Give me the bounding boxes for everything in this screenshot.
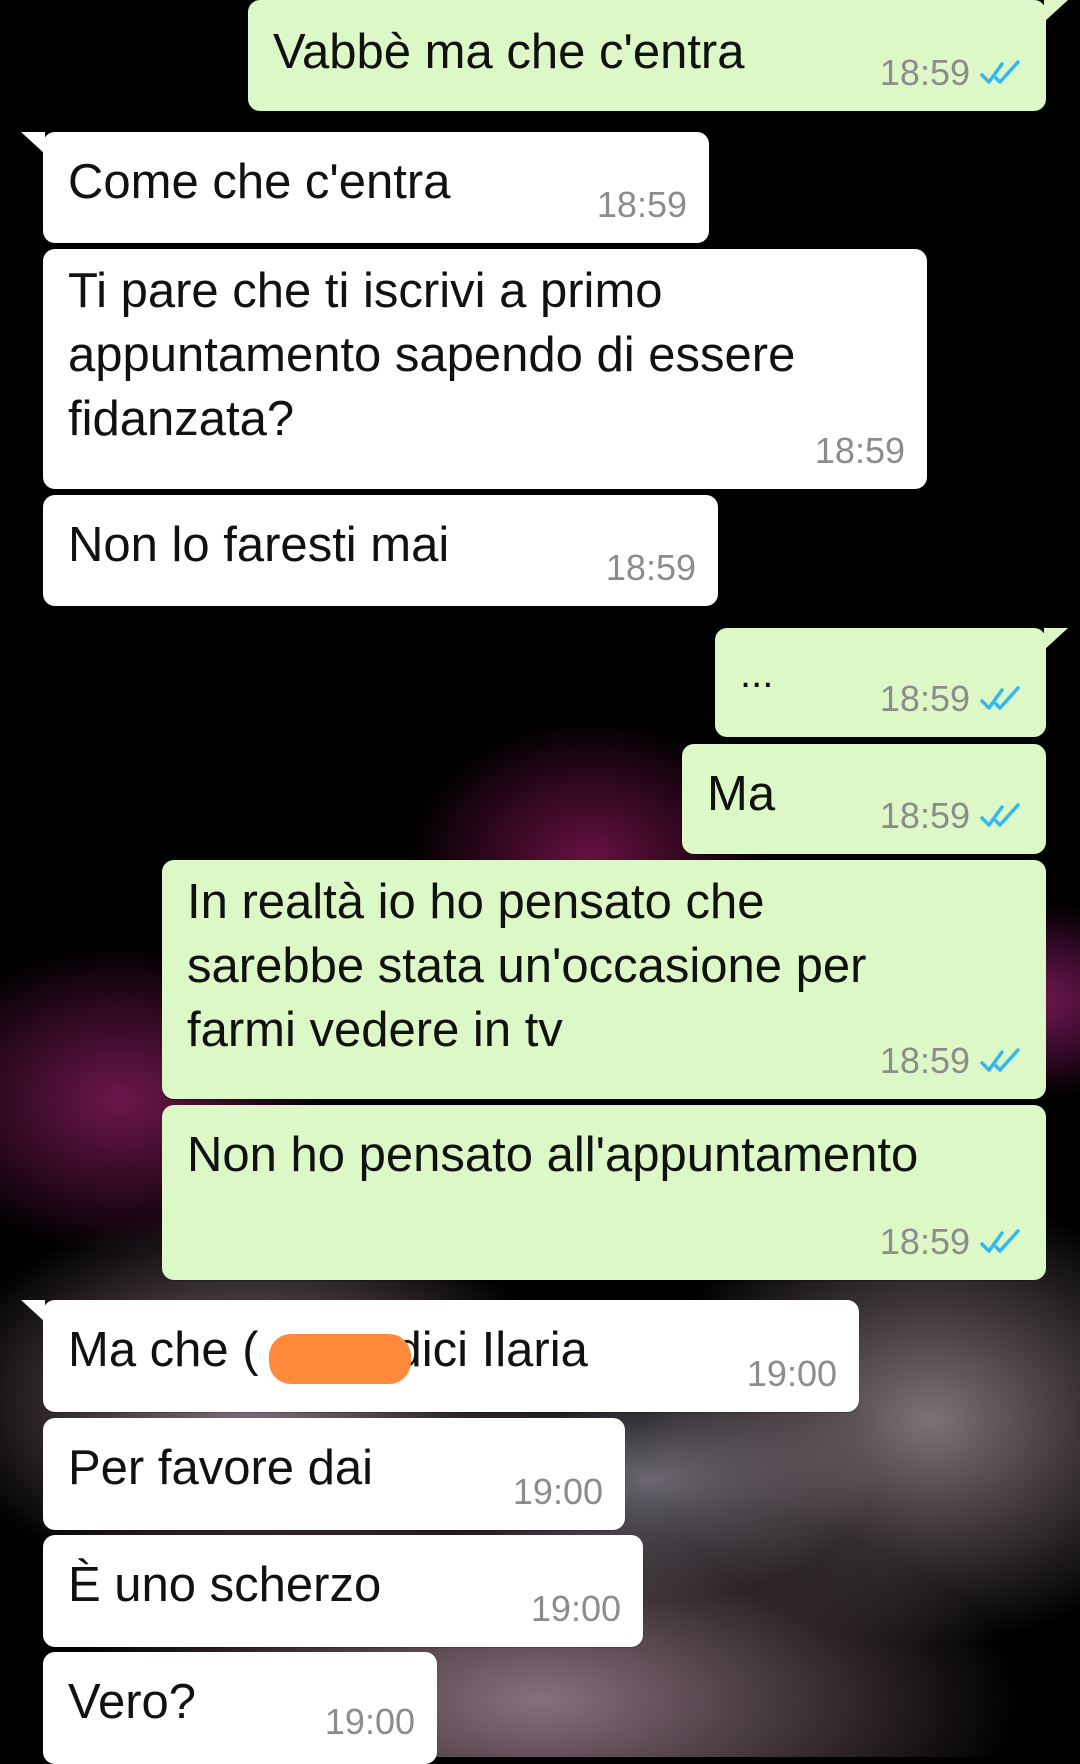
message-meta: 18:59 — [880, 679, 1024, 719]
message-text: Ti pare che ti iscrivi a primo appuntame… — [68, 264, 796, 446]
message-time: 18:59 — [879, 678, 970, 719]
message-time: 18:59 — [814, 430, 905, 471]
bubble-tail — [1044, 628, 1068, 650]
bubble-tail — [21, 1300, 45, 1322]
double-check-read-icon — [980, 60, 1020, 84]
message-time: 18:59 — [605, 547, 696, 588]
message-meta: 18:59 — [880, 796, 1024, 836]
message-list[interactable]: Vabbè ma che c'entra 18:59 Come che c'en… — [0, 0, 1080, 1764]
message-meta: 19:00 — [747, 1354, 837, 1394]
message-text: Come che c'entra — [68, 155, 451, 209]
message-time: 19:00 — [324, 1701, 415, 1742]
message-bubble-incoming[interactable]: Come che c'entra 18:59 — [21, 132, 709, 243]
message-bubble-incoming[interactable]: Ti pare che ti iscrivi a primo appuntame… — [43, 249, 927, 489]
double-check-read-icon — [980, 803, 1020, 827]
message-text: Non ho pensato all'appuntamento — [187, 1128, 919, 1182]
message-time: 19:00 — [512, 1471, 603, 1512]
message-meta: 18:59 — [880, 53, 1024, 93]
message-text: Per favore dai — [68, 1441, 374, 1495]
message-bubble-incoming[interactable]: Non lo faresti mai 18:59 — [43, 495, 718, 606]
message-time: 18:59 — [879, 795, 970, 836]
bubble-tail — [21, 132, 45, 154]
redaction-mark — [269, 1334, 411, 1384]
message-text: Ma — [707, 767, 776, 821]
message-bubble-outgoing[interactable]: In realtà io ho pensato che sarebbe stat… — [162, 860, 1046, 1099]
message-bubble-outgoing[interactable]: Ma 18:59 — [682, 744, 1046, 854]
double-check-read-icon — [980, 1048, 1020, 1072]
message-text: Vero? — [68, 1675, 197, 1729]
message-bubble-incoming[interactable]: Per favore dai 19:00 — [43, 1418, 625, 1530]
message-bubble-outgoing[interactable]: Non ho pensato all'appuntamento 18:59 — [162, 1105, 1046, 1280]
message-time: 18:59 — [596, 184, 687, 225]
message-meta: 18:59 — [880, 1041, 1024, 1081]
message-meta: 19:00 — [513, 1472, 603, 1512]
message-text: È uno scherzo — [68, 1558, 382, 1612]
message-bubble-outgoing[interactable]: Vabbè ma che c'entra 18:59 — [248, 0, 1068, 111]
message-meta: 18:59 — [815, 431, 905, 471]
message-text: ... — [740, 652, 774, 696]
message-meta: 19:00 — [531, 1589, 621, 1629]
message-time: 19:00 — [530, 1588, 621, 1629]
double-check-read-icon — [980, 686, 1020, 710]
message-time: 18:59 — [879, 52, 970, 93]
message-text-part: Ma che ( — [68, 1323, 259, 1377]
message-bubble-incoming[interactable]: È uno scherzo 19:00 — [43, 1535, 643, 1647]
message-meta: 18:59 — [606, 548, 696, 588]
message-bubble-outgoing[interactable]: ... 18:59 — [715, 628, 1068, 737]
message-meta: 19:00 — [325, 1702, 415, 1742]
double-check-read-icon — [980, 1229, 1020, 1253]
message-bubble-incoming[interactable]: Vero? 19:00 — [43, 1652, 437, 1764]
message-bubble-incoming[interactable]: Ma che (o dici Ilaria 19:00 — [21, 1300, 859, 1412]
message-text: Non lo faresti mai — [68, 518, 450, 572]
message-time: 18:59 — [879, 1221, 970, 1262]
message-text: Vabbè ma che c'entra — [273, 25, 745, 79]
message-text: In realtà io ho pensato che sarebbe stat… — [187, 875, 867, 1057]
message-meta: 18:59 — [597, 185, 687, 225]
message-time: 18:59 — [879, 1040, 970, 1081]
message-time: 19:00 — [746, 1353, 837, 1394]
bubble-tail — [1044, 0, 1068, 22]
message-meta: 18:59 — [880, 1222, 1024, 1262]
